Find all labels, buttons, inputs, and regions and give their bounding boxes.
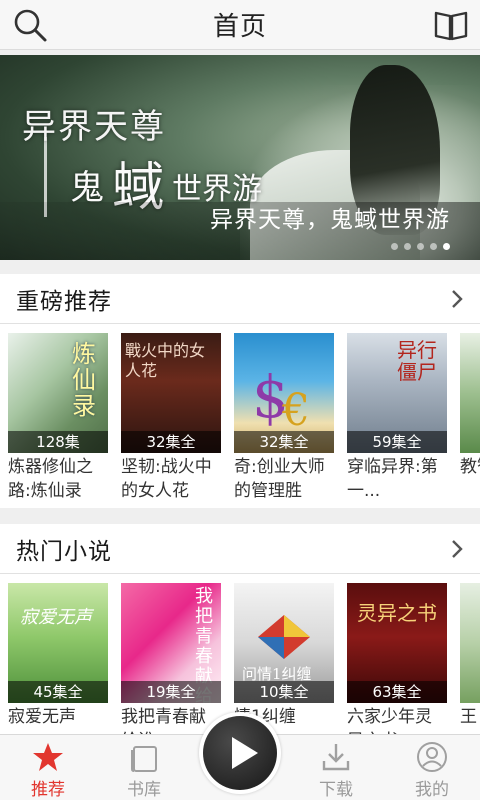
book-cover: 戰火中的女人花 32集全 [121, 333, 221, 453]
nav-item-download[interactable]: 下载 [288, 735, 384, 800]
cover-title: 寂爱无声 [20, 607, 92, 628]
book-cover: 灵异之书 63集全 [347, 583, 447, 703]
pagination-dot[interactable] [417, 243, 424, 250]
book-card[interactable]: 戰火中的女人花 32集全 坚韧:战火中的女人花 [121, 333, 221, 503]
search-icon[interactable] [12, 7, 50, 43]
nav-item-recommend[interactable]: 推荐 [0, 735, 96, 800]
book-title: 穿临异界:第一... [347, 457, 438, 501]
nav-label: 书库 [127, 780, 161, 800]
section-title: 热门小说 [16, 538, 112, 565]
banner-calligraphy-title: 异界天尊 [22, 107, 166, 147]
book-cover [460, 333, 480, 453]
pagination-dot[interactable] [404, 243, 411, 250]
book-card[interactable]: $ € 32集全 奇:创业大师的管理胜 [234, 333, 334, 503]
svg-text:€: € [281, 385, 310, 435]
book-card[interactable]: 教智 [460, 333, 480, 503]
book-title: 奇:创业大师的管理胜 [234, 457, 325, 501]
book-title: 炼器修仙之路:炼仙录 [8, 457, 93, 501]
book-card[interactable]: 王 [460, 583, 480, 753]
download-icon [322, 744, 350, 771]
cover-title: 炼仙录 [72, 340, 96, 420]
hot-novels-section: 热门小说 寂爱无声 45集全 寂爱无声 我把青春献给谁 19集全 [0, 524, 480, 751]
book-icon[interactable] [432, 7, 470, 43]
book-title: 教智 [460, 457, 480, 477]
section-title: 重磅推荐 [16, 288, 112, 315]
book-cover: 异行僵尸 59集全 [347, 333, 447, 453]
episode-badge: 128集 [8, 431, 108, 453]
pagination-dot-active[interactable] [443, 243, 450, 250]
episode-badge: 32集全 [121, 431, 221, 453]
recommend-section: 重磅推荐 炼仙录 128集 炼器修仙之路:炼仙录 戰火中的女人花 32集全 坚韧… [0, 274, 480, 508]
banner-caption: 异界天尊，鬼蜮世界游 [210, 207, 450, 233]
book-title: 坚韧:战火中的女人花 [121, 457, 212, 501]
book-cover: 我把青春献给谁 19集全 [121, 583, 221, 703]
book-cover: 寂爱无声 45集全 [8, 583, 108, 703]
nav-label: 下载 [319, 780, 353, 800]
top-bar: 首页 [0, 0, 480, 50]
episode-badge: 10集全 [234, 681, 334, 703]
cover-dollar-euro-art: $ € [252, 363, 310, 435]
book-card[interactable]: 寂爱无声 45集全 寂爱无声 [8, 583, 108, 753]
episode-badge: 59集全 [347, 431, 447, 453]
hero-banner[interactable]: 异界天尊 鬼蜮世界游 异界天尊，鬼蜮世界游 [0, 55, 480, 260]
pagination-dot[interactable] [430, 243, 437, 250]
book-card[interactable]: 我把青春献给谁 19集全 我把青春献给谁 [121, 583, 221, 753]
book-cover: $ € 32集全 [234, 333, 334, 453]
nav-label: 我的 [415, 780, 449, 800]
book-cover [460, 583, 480, 703]
nav-item-mine[interactable]: 我的 [384, 735, 480, 800]
book-cover: 问情1纠缠 10集全 [234, 583, 334, 703]
chevron-right-icon[interactable] [450, 538, 464, 560]
book-card[interactable]: 灵异之书 63集全 六家少年灵异之书 [347, 583, 447, 753]
cover-title: 戰火中的女人花 [125, 341, 206, 380]
star-icon [33, 743, 63, 771]
banner-pagination [391, 243, 450, 250]
play-icon [232, 737, 258, 769]
episode-badge: 32集全 [234, 431, 334, 453]
episode-badge: 63集全 [347, 681, 447, 703]
app-root: 首页 异界天尊 鬼蜮世界游 异界天尊，鬼蜮世界游 重磅推荐 炼仙录 128集 炼… [0, 0, 480, 800]
hot-novels-header[interactable]: 热门小说 [0, 524, 480, 574]
play-button-disc [203, 716, 277, 790]
book-cover: 炼仙录 128集 [8, 333, 108, 453]
nav-label: 推荐 [31, 780, 65, 800]
book-card[interactable]: 异行僵尸 59集全 穿临异界:第一... [347, 333, 447, 503]
page-title: 首页 [212, 12, 267, 42]
episode-badge: 19集全 [121, 681, 221, 703]
nav-item-library[interactable]: 书库 [96, 735, 192, 800]
episode-badge: 45集全 [8, 681, 108, 703]
pagination-dot[interactable] [391, 243, 398, 250]
chevron-right-icon[interactable] [450, 288, 464, 310]
recommend-row: 炼仙录 128集 炼器修仙之路:炼仙录 戰火中的女人花 32集全 坚韧:战火中的… [0, 324, 480, 504]
play-button[interactable] [199, 712, 281, 794]
recommend-header[interactable]: 重磅推荐 [0, 274, 480, 324]
user-icon [417, 742, 447, 772]
cover-title: 灵异之书 [357, 601, 437, 625]
cover-title: 异行僵尸 [397, 338, 437, 384]
bookshelf-icon [131, 746, 157, 772]
book-card[interactable]: 炼仙录 128集 炼器修仙之路:炼仙录 [8, 333, 108, 503]
cover-kite-art [258, 615, 310, 659]
